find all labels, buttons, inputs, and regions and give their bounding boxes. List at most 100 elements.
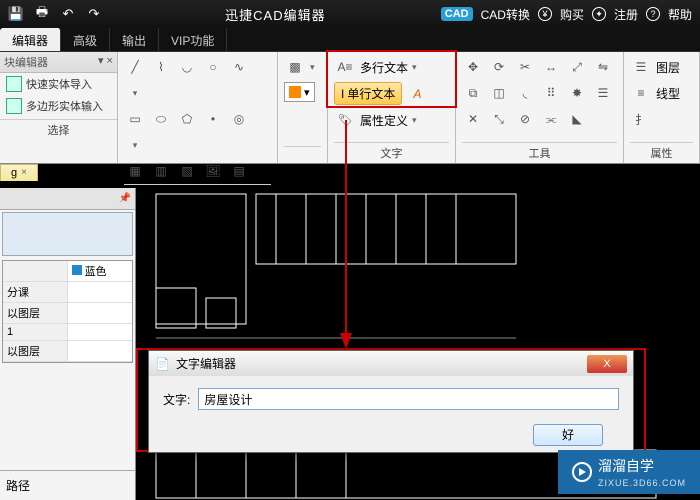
app-title: 迅捷CAD编辑器 bbox=[110, 5, 441, 24]
spline-icon[interactable]: ∿ bbox=[228, 56, 250, 78]
ok-button[interactable]: 好 bbox=[533, 424, 603, 446]
layer-button[interactable]: 图层 bbox=[656, 59, 680, 76]
title-bar: 💾 🖶 ↶ ↷ 迅捷CAD编辑器 CAD CAD转换 ¥ 购买 ✦ 注册 ? 帮… bbox=[0, 0, 700, 28]
cad-convert-link[interactable]: CAD转换 bbox=[481, 6, 530, 23]
boundary-icon[interactable]: ▧ bbox=[176, 160, 198, 182]
qa-redo-icon[interactable]: ↷ bbox=[84, 4, 104, 24]
props-selector[interactable] bbox=[2, 212, 133, 256]
dialog-title: 文字编辑器 bbox=[176, 355, 236, 372]
dialog-field-label: 文字: bbox=[163, 391, 190, 408]
offset-icon[interactable]: ◫ bbox=[488, 82, 510, 104]
panel-props: ☰图层 ≡线型 扌 属性 bbox=[624, 52, 700, 163]
erase-icon[interactable]: ✕ bbox=[462, 108, 484, 130]
move-icon[interactable]: ✥ bbox=[462, 56, 484, 78]
chamfer-icon[interactable]: ◣ bbox=[566, 108, 588, 130]
point-icon[interactable]: • bbox=[202, 108, 224, 130]
fillet-icon[interactable]: ◟ bbox=[514, 82, 536, 104]
cad-badge: CAD bbox=[441, 7, 473, 21]
rotate-icon[interactable]: ⟳ bbox=[488, 56, 510, 78]
table-icon[interactable]: ▤ bbox=[228, 160, 250, 182]
text-input[interactable] bbox=[198, 388, 619, 410]
polyline-icon[interactable]: ⌇ bbox=[150, 56, 172, 78]
color-combo[interactable]: ▾ bbox=[284, 82, 315, 102]
ring-icon[interactable]: ◎ bbox=[228, 108, 250, 130]
help-link[interactable]: 帮助 bbox=[668, 6, 692, 23]
mirror-icon[interactable]: ⇋ bbox=[592, 56, 614, 78]
layers-icon[interactable]: ☰ bbox=[630, 56, 652, 78]
block-editor-header: 块编辑器▾ × bbox=[0, 52, 117, 73]
attrdef-icon[interactable]: 🏷 bbox=[334, 109, 356, 131]
pin-icon[interactable]: 📌 bbox=[119, 193, 131, 204]
register-link[interactable]: 注册 bbox=[614, 6, 638, 23]
document-tab[interactable]: g× bbox=[0, 164, 38, 181]
explode-icon[interactable]: ✸ bbox=[566, 82, 588, 104]
linetype-button[interactable]: 线型 bbox=[656, 85, 680, 102]
panel-tools: ✥ ⟳ ✂ ↔ ⤢ ⇋ ⧉ ◫ ◟ ⠿ ✸ ☰ ✕ ⤡ ⊘ ⫘ ◣ bbox=[456, 52, 624, 163]
circle-icon[interactable]: ○ bbox=[202, 56, 224, 78]
stext-icon: I bbox=[341, 87, 344, 101]
panel-color: ▩ ▾ bbox=[278, 52, 328, 163]
arc-icon[interactable]: ◡ bbox=[176, 56, 198, 78]
watermark: 溜溜自学 ZIXUE.3D66.COM bbox=[558, 450, 700, 494]
image-icon[interactable]: 🖼 bbox=[202, 160, 224, 182]
qa-undo-icon[interactable]: ↶ bbox=[58, 4, 78, 24]
trim-icon[interactable]: ✂ bbox=[514, 56, 536, 78]
dialog-icon: 📄 bbox=[155, 357, 170, 371]
help-icon: ? bbox=[646, 7, 660, 21]
text-editor-dialog: 📄 文字编辑器 X 文字: 好 bbox=[148, 350, 634, 453]
tab-output[interactable]: 输出 bbox=[110, 28, 159, 51]
poly-icon[interactable]: ⬠ bbox=[176, 108, 198, 130]
panel-props-label: 属性 bbox=[630, 142, 693, 161]
join-icon[interactable]: ⫘ bbox=[540, 108, 562, 130]
extend-icon[interactable]: ↔ bbox=[540, 56, 562, 78]
array-icon[interactable]: ⠿ bbox=[540, 82, 562, 104]
line-icon[interactable]: ╱ bbox=[124, 56, 146, 78]
attrdef-button[interactable]: 属性定义 bbox=[360, 112, 408, 129]
user-icon: ✦ bbox=[592, 7, 606, 21]
text-style-icon[interactable]: A bbox=[406, 83, 428, 105]
region-icon[interactable]: ▥ bbox=[150, 160, 172, 182]
prop-row-4[interactable]: 以图层 bbox=[3, 341, 68, 361]
qa-save-icon[interactable]: 💾 bbox=[6, 4, 26, 24]
ribbon: 块编辑器▾ × 快速实体导入 多边形实体输入 选择 ╱ ⌇ ◡ ○ ∿ ▭ ⬭ … bbox=[0, 52, 700, 164]
draw-dd-icon[interactable] bbox=[124, 82, 146, 104]
panel-text: A≡多行文本 I单行文本A 🏷属性定义 文字 bbox=[328, 52, 456, 163]
qa-print-icon[interactable]: 🖶 bbox=[32, 4, 52, 24]
break-icon[interactable]: ⊘ bbox=[514, 108, 536, 130]
prop-row-3[interactable]: 1 bbox=[3, 324, 68, 340]
panel-select-label: 选择 bbox=[0, 119, 117, 138]
tab-editor[interactable]: 编辑器 bbox=[0, 28, 61, 51]
scale-icon[interactable]: ⤢ bbox=[566, 56, 588, 78]
single-line-text-button[interactable]: I单行文本 bbox=[334, 82, 402, 105]
align-icon[interactable]: ☰ bbox=[592, 82, 614, 104]
panel-draw: ╱ ⌇ ◡ ○ ∿ ▭ ⬭ ⬠ • ◎ ▦ ▥ ▧ 🖼 ▤ bbox=[118, 52, 278, 163]
more-props-icon[interactable]: 扌 bbox=[630, 108, 652, 130]
draw-dd2-icon[interactable] bbox=[124, 134, 146, 156]
prop-row-2[interactable]: 以图层 bbox=[3, 303, 68, 323]
dialog-close-button[interactable]: X bbox=[587, 355, 627, 373]
ribbon-tabs: 编辑器 高级 输出 VIP功能 bbox=[0, 28, 700, 52]
color-sel-icon[interactable]: ▩ bbox=[284, 56, 306, 78]
rect-icon[interactable]: ▭ bbox=[124, 108, 146, 130]
linetype-icon[interactable]: ≡ bbox=[630, 82, 652, 104]
tab-vip[interactable]: VIP功能 bbox=[159, 28, 227, 51]
stretch-icon[interactable]: ⤡ bbox=[488, 108, 510, 130]
props-footer: 路径 bbox=[0, 470, 135, 500]
properties-grid: 蓝色 分课 以图层 1 以图层 bbox=[2, 260, 133, 363]
prop-color[interactable]: 蓝色 bbox=[68, 261, 133, 281]
currency-icon: ¥ bbox=[538, 7, 552, 21]
hatch-icon[interactable]: ▦ bbox=[124, 160, 146, 182]
props-toolbar: 📌 bbox=[0, 188, 135, 210]
polygon-entity-input[interactable]: 多边形实体输入 bbox=[0, 95, 117, 117]
buy-link[interactable]: 购买 bbox=[560, 6, 584, 23]
mtext-icon[interactable]: A≡ bbox=[334, 56, 356, 78]
panel-text-label: 文字 bbox=[334, 142, 449, 161]
panel-tools-label: 工具 bbox=[462, 142, 617, 161]
copy-icon[interactable]: ⧉ bbox=[462, 82, 484, 104]
play-icon bbox=[572, 462, 592, 482]
quick-entity-import[interactable]: 快速实体导入 bbox=[0, 73, 117, 95]
ellipse-icon[interactable]: ⬭ bbox=[150, 108, 172, 130]
prop-row-1[interactable]: 分课 bbox=[3, 282, 68, 302]
mtext-button[interactable]: 多行文本 bbox=[360, 59, 408, 76]
tab-advanced[interactable]: 高级 bbox=[61, 28, 110, 51]
